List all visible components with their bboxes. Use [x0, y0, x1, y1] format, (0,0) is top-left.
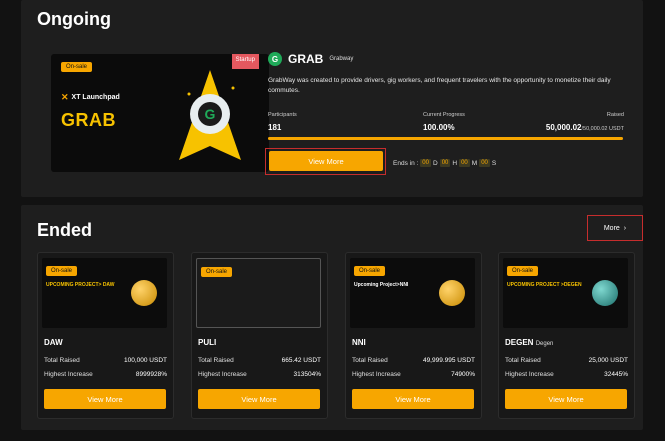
card-name: DAW — [44, 338, 63, 347]
card-image-text: UPCOMING PROJECT >DEGEN — [507, 282, 582, 288]
total-raised-label: Total Raised — [505, 357, 541, 364]
view-more-button[interactable]: View More — [505, 389, 627, 409]
total-raised-label: Total Raised — [352, 357, 388, 364]
highest-increase-value: 313504% — [293, 371, 321, 378]
on-sale-badge: On-sale — [201, 267, 233, 277]
raised-total: /50,000.02 USDT — [581, 126, 625, 132]
participants-value: 181 — [268, 123, 282, 132]
project-header: G GRAB Grabway — [268, 52, 353, 66]
highest-increase-value: 32445% — [604, 371, 628, 378]
coin-icon — [131, 280, 157, 306]
project-banner[interactable]: On-sale Startup ✕ XT Launchpad GRAB G — [51, 54, 269, 172]
countdown-days: 00 — [420, 159, 431, 167]
total-raised-value: 49,999.995 USDT — [422, 357, 475, 364]
countdown-seconds-label: S — [491, 159, 497, 167]
countdown-days-label: D — [432, 159, 438, 167]
project-subtitle: Grabway — [329, 56, 354, 62]
countdown-seconds: 00 — [479, 159, 490, 167]
view-more-button[interactable]: View More — [44, 389, 166, 409]
total-raised-value: 665.42 USDT — [281, 357, 321, 364]
card-image-text: Upcoming Project>NNI — [354, 282, 409, 288]
card-name-text: NNI — [352, 338, 366, 347]
total-raised-value: 100,000 USDT — [124, 357, 167, 364]
on-sale-badge: On-sale — [46, 266, 78, 276]
more-label: More — [603, 224, 620, 232]
countdown-hours: 00 — [439, 159, 451, 167]
coin-icon — [439, 280, 465, 306]
svg-text:G: G — [205, 106, 216, 122]
chevron-right-icon: › — [623, 224, 627, 232]
ongoing-section: Ongoing On-sale Startup ✕ XT Launchpad G… — [21, 0, 643, 197]
card-image: On-sale UPCOMING PROJECT> DAW — [42, 258, 167, 328]
grab-rocket-icon: G — [179, 70, 241, 160]
countdown-minutes: 00 — [459, 159, 470, 167]
on-sale-badge: On-sale — [61, 62, 93, 72]
total-raised-label: Total Raised — [198, 357, 234, 364]
card-name-text: DAW — [44, 338, 63, 347]
highest-increase-label: Highest Increase — [352, 371, 401, 378]
card-name-sub: Degen — [535, 341, 554, 347]
progress-value: 100.00% — [423, 123, 455, 132]
view-more-button[interactable]: View More — [352, 389, 474, 409]
raised-label: Raised — [606, 112, 624, 118]
grab-logo-icon: G — [268, 52, 282, 66]
ended-title: Ended — [37, 220, 93, 240]
launchpad-label: ✕ XT Launchpad — [61, 92, 120, 103]
coin-icon — [592, 280, 618, 306]
total-raised-label: Total Raised — [44, 357, 80, 364]
view-more-button[interactable]: View More — [269, 151, 383, 171]
countdown-prefix: Ends in : — [393, 159, 419, 167]
highest-increase-label: Highest Increase — [198, 371, 247, 378]
on-sale-badge: On-sale — [354, 266, 386, 276]
ended-section: Ended More › On-sale UPCOMING PROJECT> D… — [21, 205, 643, 430]
raised-amount: 50,000.02 — [545, 123, 582, 132]
raised-value: 50,000.02/50,000.02 USDT — [546, 123, 624, 132]
countdown: Ends in : 00 D 00 H 00 M 00 S — [393, 159, 496, 167]
card-image: On-sale — [196, 258, 321, 328]
view-more-button[interactable]: View More — [198, 389, 320, 409]
startup-tag: Startup — [231, 54, 259, 69]
card-image-text: UPCOMING PROJECT> DAW — [46, 282, 115, 288]
progress-label: Current Progress — [423, 112, 465, 118]
ongoing-title: Ongoing — [37, 9, 111, 29]
launchpad-text: XT Launchpad — [71, 94, 120, 101]
project-card-puli[interactable]: On-sale PULI Total Raised 665.42 USDT Hi… — [191, 252, 328, 419]
total-raised-value: 25,000 USDT — [588, 357, 628, 364]
card-name-text: PULI — [198, 338, 217, 347]
project-description: GrabWay was created to provide drivers, … — [268, 77, 611, 94]
progress-bar — [268, 137, 623, 140]
card-image: On-sale UPCOMING PROJECT >DEGEN — [503, 258, 628, 328]
project-card-daw[interactable]: On-sale UPCOMING PROJECT> DAW DAW Total … — [37, 252, 174, 419]
project-card-degen[interactable]: On-sale UPCOMING PROJECT >DEGEN DEGEN De… — [498, 252, 635, 419]
participants-label: Participants — [268, 112, 297, 118]
progress-fill — [268, 137, 623, 140]
card-name: PULI — [198, 338, 216, 347]
card-image: On-sale Upcoming Project>NNI — [350, 258, 475, 328]
highest-increase-value: 8999928% — [135, 371, 167, 378]
highest-increase-value: 74900% — [451, 371, 475, 378]
card-name: DEGEN Degen — [505, 338, 553, 347]
banner-grab-word: GRAB — [61, 110, 116, 130]
countdown-minutes-label: M — [471, 159, 478, 167]
on-sale-badge: On-sale — [507, 266, 539, 276]
card-name: NNI — [352, 338, 366, 347]
countdown-hours-label: H — [452, 159, 458, 167]
project-card-nni[interactable]: On-sale Upcoming Project>NNI NNI Total R… — [345, 252, 482, 419]
card-name-text: DEGEN — [505, 338, 534, 347]
highest-increase-label: Highest Increase — [44, 371, 93, 378]
highest-increase-label: Highest Increase — [505, 371, 554, 378]
xt-logo-icon: ✕ — [61, 92, 69, 102]
project-name: GRAB — [288, 52, 324, 66]
more-button[interactable]: More › — [587, 215, 643, 241]
